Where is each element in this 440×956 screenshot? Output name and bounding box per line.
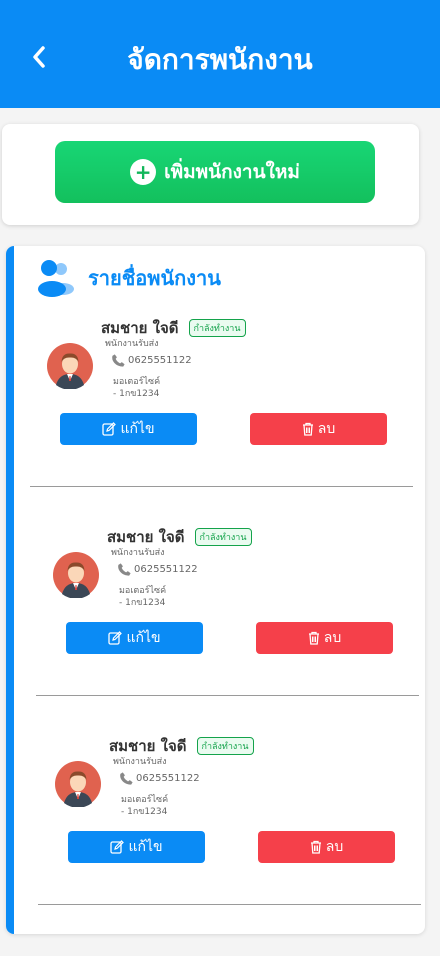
delete-label: ลบ <box>325 839 344 855</box>
edit-button[interactable]: แก้ไข <box>60 413 197 445</box>
edit-button[interactable]: แก้ไข <box>66 622 203 654</box>
edit-label: แก้ไข <box>126 630 161 646</box>
delete-button[interactable]: ลบ <box>256 622 393 654</box>
employee-list-card: รายชื่อพนักงาน สมชาย ใจดี กำลังทำงาน พนั… <box>6 246 425 934</box>
edit-icon <box>102 422 117 436</box>
avatar <box>47 343 93 389</box>
employee-vehicle: มอเตอร์ไซค์ - 1กข1234 <box>121 794 168 818</box>
phone-number: 0625551122 <box>128 355 192 366</box>
row-divider <box>38 904 421 905</box>
edit-button[interactable]: แก้ไข <box>68 831 205 863</box>
employee-phone: 0625551122 <box>111 353 192 368</box>
employee-phone: 0625551122 <box>119 771 200 786</box>
trash-icon <box>310 840 321 854</box>
phone-number: 0625551122 <box>136 773 200 784</box>
employee-role: พนักงานรับส่ง <box>113 757 167 767</box>
phone-number: 0625551122 <box>134 564 198 575</box>
edit-icon <box>108 631 123 645</box>
status-badge: กำลังทำงาน <box>194 528 252 546</box>
phone-icon <box>112 354 125 367</box>
edit-label: แก้ไข <box>128 839 163 855</box>
employee-phone: 0625551122 <box>117 562 198 577</box>
app-header: จัดการพนักงาน <box>0 0 440 108</box>
vehicle-type: มอเตอร์ไซค์ <box>113 377 161 387</box>
vehicle-plate: - 1กข1234 <box>113 389 160 399</box>
list-item: สมชาย ใจดี กำลังทำงาน พนักงานรับส่ง 0625… <box>6 246 425 487</box>
delete-label: ลบ <box>323 630 342 646</box>
plus-circle-icon: + <box>130 159 157 185</box>
employee-role: พนักงานรับส่ง <box>111 548 165 558</box>
avatar <box>55 761 101 807</box>
vehicle-type: มอเตอร์ไซค์ <box>121 795 169 805</box>
page-title: จัดการพนักงาน <box>127 43 313 76</box>
phone-icon <box>118 563 131 576</box>
employee-vehicle: มอเตอร์ไซค์ - 1กข1234 <box>119 585 166 609</box>
actions-card: + เพิ่มพนักงานใหม่ <box>2 124 419 225</box>
delete-button[interactable]: ลบ <box>250 413 387 445</box>
vehicle-type: มอเตอร์ไซค์ <box>119 586 167 596</box>
add-employee-label: เพิ่มพนักงานใหม่ <box>164 161 300 183</box>
vehicle-plate: - 1กข1234 <box>119 598 166 608</box>
list-item: สมชาย ใจดี กำลังทำงาน พนักงานรับส่ง 0625… <box>12 455 425 696</box>
status-badge: กำลังทำงาน <box>188 319 246 337</box>
status-badge: กำลังทำงาน <box>196 737 254 755</box>
trash-icon <box>302 422 313 436</box>
add-employee-button[interactable]: + เพิ่มพนักงานใหม่ <box>55 141 375 203</box>
phone-icon <box>120 772 133 785</box>
employee-role: พนักงานรับส่ง <box>105 339 159 349</box>
list-item: สมชาย ใจดี กำลังทำงาน พนักงานรับส่ง 0625… <box>14 664 425 905</box>
edit-icon <box>110 840 125 854</box>
delete-label: ลบ <box>317 421 336 437</box>
vehicle-plate: - 1กข1234 <box>121 807 168 817</box>
delete-button[interactable]: ลบ <box>258 831 395 863</box>
trash-icon <box>308 631 319 645</box>
edit-label: แก้ไข <box>120 421 155 437</box>
avatar <box>53 552 99 598</box>
employee-vehicle: มอเตอร์ไซค์ - 1กข1234 <box>113 376 160 400</box>
